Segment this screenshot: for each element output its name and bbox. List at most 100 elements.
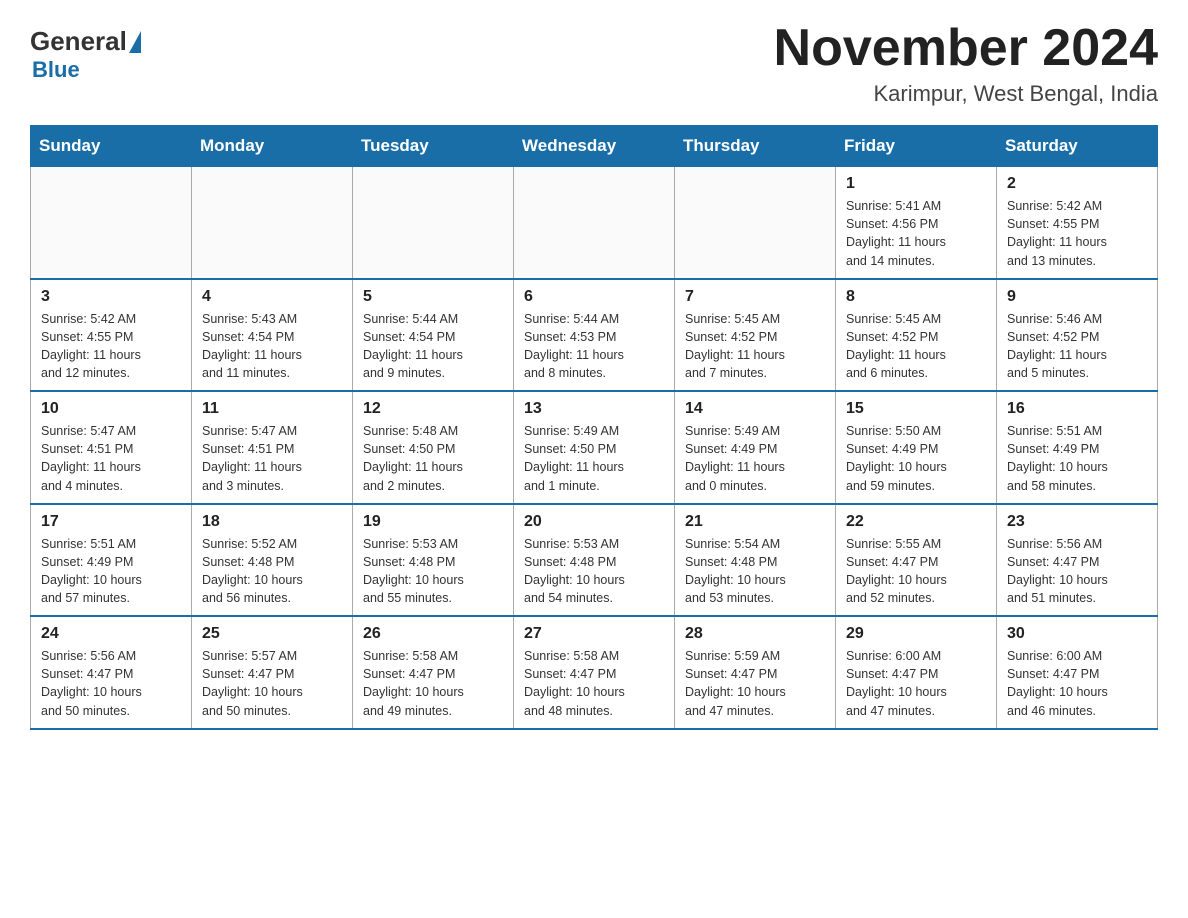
day-info: Sunrise: 5:45 AMSunset: 4:52 PMDaylight:… (846, 310, 986, 383)
day-info: Sunrise: 5:55 AMSunset: 4:47 PMDaylight:… (846, 535, 986, 608)
day-number: 10 (41, 400, 181, 418)
day-info: Sunrise: 5:46 AMSunset: 4:52 PMDaylight:… (1007, 310, 1147, 383)
day-info: Sunrise: 5:49 AMSunset: 4:49 PMDaylight:… (685, 422, 825, 495)
day-info: Sunrise: 5:58 AMSunset: 4:47 PMDaylight:… (363, 647, 503, 720)
calendar-cell: 22 Sunrise: 5:55 AMSunset: 4:47 PMDayligh… (836, 504, 997, 617)
day-info: Sunrise: 5:44 AMSunset: 4:54 PMDaylight:… (363, 310, 503, 383)
day-info: Sunrise: 5:56 AMSunset: 4:47 PMDaylight:… (1007, 535, 1147, 608)
calendar-cell: 15 Sunrise: 5:50 AMSunset: 4:49 PMDayligh… (836, 391, 997, 504)
calendar-cell (675, 167, 836, 279)
day-number: 12 (363, 400, 503, 418)
day-number: 11 (202, 400, 342, 418)
day-number: 17 (41, 513, 181, 531)
calendar-cell: 7Sunrise: 5:45 AMSunset: 4:52 PMDaylight… (675, 279, 836, 392)
calendar-cell: 14 Sunrise: 5:49 AMSunset: 4:49 PMDayligh… (675, 391, 836, 504)
day-info: Sunrise: 5:41 AMSunset: 4:56 PMDaylight:… (846, 197, 986, 270)
day-info: Sunrise: 5:53 AMSunset: 4:48 PMDaylight:… (524, 535, 664, 608)
day-number: 22 (846, 513, 986, 531)
calendar-cell: 27 Sunrise: 5:58 AMSunset: 4:47 PMDayligh… (514, 616, 675, 729)
calendar-cell: 8 Sunrise: 5:45 AMSunset: 4:52 PMDaylight… (836, 279, 997, 392)
day-info: Sunrise: 5:49 AMSunset: 4:50 PMDaylight:… (524, 422, 664, 495)
day-number: 23 (1007, 513, 1147, 531)
calendar-cell: 28Sunrise: 5:59 AMSunset: 4:47 PMDayligh… (675, 616, 836, 729)
week-row-3: 10 Sunrise: 5:47 AMSunset: 4:51 PMDayligh… (31, 391, 1158, 504)
day-info: Sunrise: 5:51 AMSunset: 4:49 PMDaylight:… (1007, 422, 1147, 495)
day-number: 15 (846, 400, 986, 418)
week-row-4: 17 Sunrise: 5:51 AMSunset: 4:49 PMDayligh… (31, 504, 1158, 617)
day-info: Sunrise: 5:54 AMSunset: 4:48 PMDaylight:… (685, 535, 825, 608)
calendar-cell (31, 167, 192, 279)
day-number: 27 (524, 625, 664, 643)
calendar-cell: 23 Sunrise: 5:56 AMSunset: 4:47 PMDayligh… (997, 504, 1158, 617)
calendar-cell: 1 Sunrise: 5:41 AMSunset: 4:56 PMDaylight… (836, 167, 997, 279)
day-number: 25 (202, 625, 342, 643)
calendar-cell: 4Sunrise: 5:43 AMSunset: 4:54 PMDaylight… (192, 279, 353, 392)
week-row-5: 24Sunrise: 5:56 AMSunset: 4:47 PMDayligh… (31, 616, 1158, 729)
day-info: Sunrise: 5:44 AMSunset: 4:53 PMDaylight:… (524, 310, 664, 383)
calendar-cell: 29 Sunrise: 6:00 AMSunset: 4:47 PMDayligh… (836, 616, 997, 729)
day-number: 8 (846, 288, 986, 306)
day-number: 16 (1007, 400, 1147, 418)
day-number: 24 (41, 625, 181, 643)
calendar-cell: 24Sunrise: 5:56 AMSunset: 4:47 PMDayligh… (31, 616, 192, 729)
week-row-2: 3 Sunrise: 5:42 AMSunset: 4:55 PMDaylight… (31, 279, 1158, 392)
calendar-cell: 11 Sunrise: 5:47 AMSunset: 4:51 PMDayligh… (192, 391, 353, 504)
day-info: Sunrise: 5:51 AMSunset: 4:49 PMDaylight:… (41, 535, 181, 608)
calendar-cell: 6 Sunrise: 5:44 AMSunset: 4:53 PMDaylight… (514, 279, 675, 392)
day-info: Sunrise: 6:00 AMSunset: 4:47 PMDaylight:… (846, 647, 986, 720)
calendar-cell: 10Sunrise: 5:47 AMSunset: 4:51 PMDayligh… (31, 391, 192, 504)
day-info: Sunrise: 5:45 AMSunset: 4:52 PMDaylight:… (685, 310, 825, 383)
calendar-cell: 13 Sunrise: 5:49 AMSunset: 4:50 PMDayligh… (514, 391, 675, 504)
col-wednesday: Wednesday (514, 126, 675, 167)
calendar-cell: 30 Sunrise: 6:00 AMSunset: 4:47 PMDayligh… (997, 616, 1158, 729)
day-number: 4 (202, 288, 342, 306)
day-number: 6 (524, 288, 664, 306)
day-number: 30 (1007, 625, 1147, 643)
col-sunday: Sunday (31, 126, 192, 167)
day-info: Sunrise: 5:52 AMSunset: 4:48 PMDaylight:… (202, 535, 342, 608)
page-header: General Blue November 2024 Karimpur, Wes… (30, 20, 1158, 107)
calendar-cell (353, 167, 514, 279)
calendar-table: Sunday Monday Tuesday Wednesday Thursday… (30, 125, 1158, 730)
calendar-cell: 20 Sunrise: 5:53 AMSunset: 4:48 PMDayligh… (514, 504, 675, 617)
col-tuesday: Tuesday (353, 126, 514, 167)
day-number: 3 (41, 288, 181, 306)
calendar-cell: 25Sunrise: 5:57 AMSunset: 4:47 PMDayligh… (192, 616, 353, 729)
day-number: 20 (524, 513, 664, 531)
col-friday: Friday (836, 126, 997, 167)
day-info: Sunrise: 5:42 AMSunset: 4:55 PMDaylight:… (41, 310, 181, 383)
day-number: 18 (202, 513, 342, 531)
day-number: 14 (685, 400, 825, 418)
week-row-1: 1 Sunrise: 5:41 AMSunset: 4:56 PMDaylight… (31, 167, 1158, 279)
day-number: 9 (1007, 288, 1147, 306)
day-info: Sunrise: 5:50 AMSunset: 4:49 PMDaylight:… (846, 422, 986, 495)
calendar-header-row: Sunday Monday Tuesday Wednesday Thursday… (31, 126, 1158, 167)
month-title: November 2024 (774, 20, 1158, 77)
day-number: 13 (524, 400, 664, 418)
logo-general-text: General (30, 26, 127, 57)
calendar-cell: 18 Sunrise: 5:52 AMSunset: 4:48 PMDayligh… (192, 504, 353, 617)
calendar-cell: 26Sunrise: 5:58 AMSunset: 4:47 PMDayligh… (353, 616, 514, 729)
day-info: Sunrise: 5:48 AMSunset: 4:50 PMDaylight:… (363, 422, 503, 495)
calendar-cell: 16 Sunrise: 5:51 AMSunset: 4:49 PMDayligh… (997, 391, 1158, 504)
day-info: Sunrise: 5:53 AMSunset: 4:48 PMDaylight:… (363, 535, 503, 608)
calendar-cell: 2 Sunrise: 5:42 AMSunset: 4:55 PMDaylight… (997, 167, 1158, 279)
day-info: Sunrise: 5:58 AMSunset: 4:47 PMDaylight:… (524, 647, 664, 720)
day-number: 5 (363, 288, 503, 306)
location-title: Karimpur, West Bengal, India (774, 81, 1158, 107)
day-info: Sunrise: 6:00 AMSunset: 4:47 PMDaylight:… (1007, 647, 1147, 720)
day-number: 1 (846, 175, 986, 193)
day-info: Sunrise: 5:47 AMSunset: 4:51 PMDaylight:… (202, 422, 342, 495)
logo-blue-text: Blue (32, 57, 80, 83)
logo-triangle-icon (129, 31, 141, 53)
day-number: 28 (685, 625, 825, 643)
calendar-cell: 17 Sunrise: 5:51 AMSunset: 4:49 PMDayligh… (31, 504, 192, 617)
logo: General Blue (30, 20, 143, 83)
col-thursday: Thursday (675, 126, 836, 167)
title-block: November 2024 Karimpur, West Bengal, Ind… (774, 20, 1158, 107)
day-number: 2 (1007, 175, 1147, 193)
day-number: 29 (846, 625, 986, 643)
day-info: Sunrise: 5:42 AMSunset: 4:55 PMDaylight:… (1007, 197, 1147, 270)
calendar-cell: 9 Sunrise: 5:46 AMSunset: 4:52 PMDaylight… (997, 279, 1158, 392)
calendar-cell: 19Sunrise: 5:53 AMSunset: 4:48 PMDayligh… (353, 504, 514, 617)
